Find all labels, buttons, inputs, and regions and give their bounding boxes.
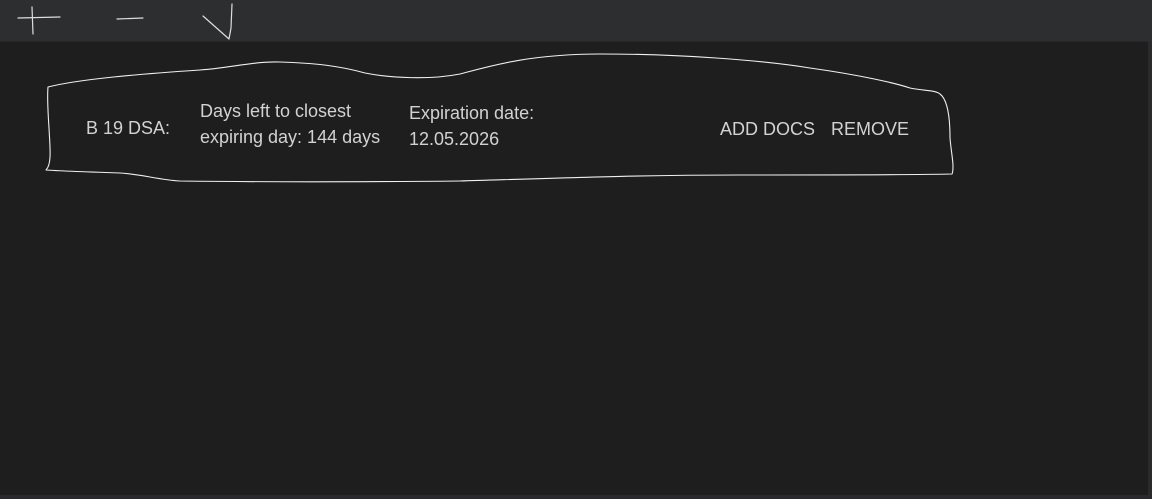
card-name: B 19 DSA: <box>86 118 171 138</box>
window-border-bottom <box>0 495 1152 499</box>
add-button[interactable] <box>10 0 64 41</box>
minus-button[interactable] <box>108 0 152 41</box>
days-left-value: expiring day: 144 days <box>200 127 381 147</box>
days-left-label: Days left to closest <box>200 101 352 121</box>
check-icon <box>202 3 233 40</box>
expiration-label: Expiration date: <box>409 103 535 123</box>
minus-icon <box>116 17 144 20</box>
check-button[interactable] <box>194 0 242 41</box>
document-card: B 19 DSA: Days left to closest expiring … <box>40 48 960 188</box>
remove-button[interactable]: REMOVE <box>831 117 909 141</box>
expiration-value: 12.05.2026 <box>409 129 500 149</box>
add-docs-button[interactable]: ADD DOCS <box>720 117 815 141</box>
app-window: B 19 DSA: Days left to closest expiring … <box>0 0 1152 499</box>
plus-icon <box>17 6 61 35</box>
toolbar <box>0 0 1152 42</box>
window-border-right <box>1148 41 1152 499</box>
